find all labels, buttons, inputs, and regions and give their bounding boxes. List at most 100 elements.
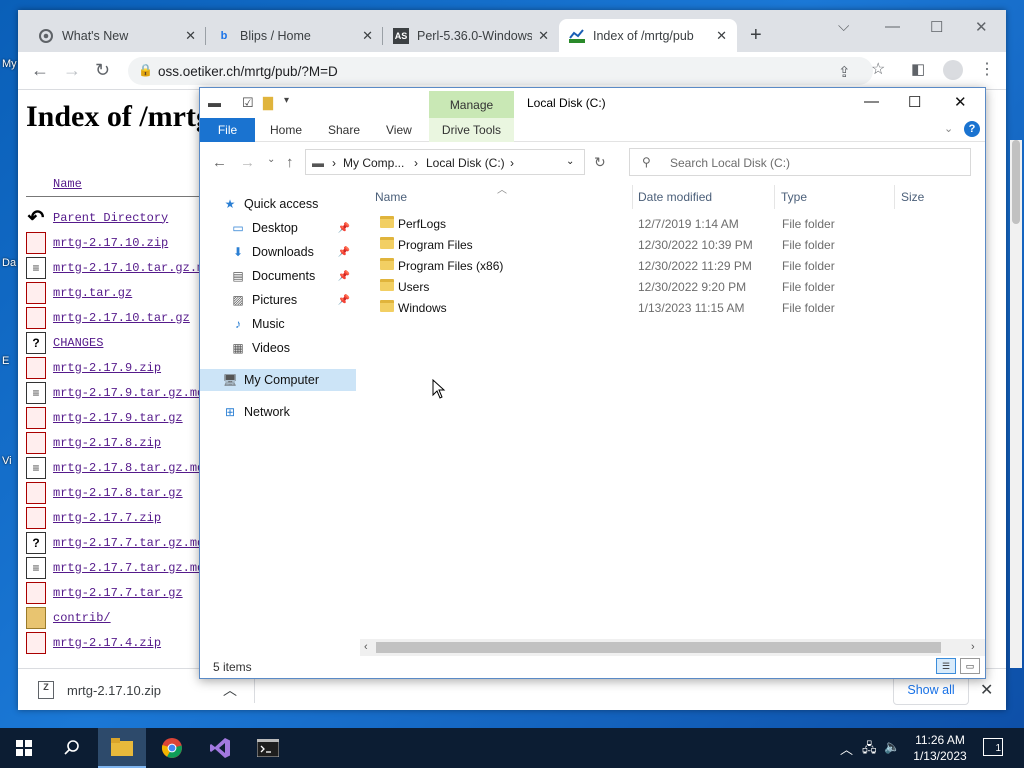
close-tab-icon[interactable]: ✕ (362, 28, 373, 44)
recent-locations-icon[interactable]: ⌄ (267, 154, 275, 165)
terminal-taskbar-button[interactable] (244, 728, 292, 768)
tab-share[interactable]: Share (328, 123, 360, 137)
file-link[interactable]: mrtg-2.17.7.tar.gz.md5 (53, 536, 211, 550)
file-link[interactable]: Parent Directory (53, 211, 168, 225)
desktop-icon-label[interactable]: Da (2, 257, 16, 269)
desktop-icon-label[interactable]: E (2, 355, 9, 367)
column-separator[interactable] (894, 185, 895, 209)
new-tab-button[interactable]: + (750, 24, 762, 47)
reload-icon[interactable]: ↻ (95, 61, 110, 79)
tab-view[interactable]: View (386, 123, 412, 137)
nav-item-documents[interactable]: ▤ Documents 📌 (200, 265, 356, 287)
tab-file[interactable]: File (200, 118, 255, 142)
tab-home[interactable]: Home (270, 123, 302, 137)
nav-item-network[interactable]: ⊞ Network (200, 401, 356, 423)
file-explorer-taskbar-button[interactable] (98, 728, 146, 768)
nav-item-quick-access[interactable]: ★ Quick access (200, 193, 356, 215)
large-icons-view-icon[interactable]: ▭ (960, 658, 980, 674)
breadcrumb-chevron-icon[interactable]: › (332, 156, 336, 170)
chrome-taskbar-button[interactable] (148, 728, 196, 768)
tab-whats-new[interactable]: What's New ✕ (28, 19, 206, 52)
properties-icon[interactable]: ☑ (242, 95, 254, 111)
show-hidden-icons-icon[interactable]: ︿ (840, 739, 853, 758)
folder-row[interactable]: Users 12/30/2022 9:20 PM File folder (370, 276, 970, 297)
close-tab-icon[interactable]: ✕ (538, 28, 549, 44)
file-link[interactable]: mrtg-2.17.4.zip (53, 636, 161, 650)
breadcrumb-chevron-icon[interactable]: › (510, 156, 514, 170)
scrollbar-thumb[interactable] (1012, 140, 1020, 224)
menu-kebab-icon[interactable]: ⋮ (979, 61, 995, 79)
close-window-icon[interactable]: ✕ (975, 18, 988, 36)
minimize-icon[interactable]: — (864, 93, 879, 110)
new-folder-icon[interactable]: ▇ (263, 95, 273, 111)
folder-row[interactable]: Program Files 12/30/2022 10:39 PM File fol… (370, 234, 970, 255)
refresh-icon[interactable]: ↻ (594, 154, 606, 171)
forward-icon[interactable]: → (240, 154, 255, 171)
file-link[interactable]: mrtg-2.17.8.tar.gz (53, 486, 183, 500)
file-name[interactable]: PerfLogs (398, 217, 446, 231)
address-bar[interactable]: 🔒 oss.oetiker.ch/mrtg/pub/?M=D ⇪ (128, 57, 873, 85)
file-link[interactable]: mrtg-2.17.7.tar.gz.md5 (53, 561, 211, 575)
column-separator[interactable] (632, 185, 633, 209)
visual-studio-taskbar-button[interactable] (196, 728, 244, 768)
folder-row[interactable]: Windows 1/13/2023 11:15 AM File folder (370, 297, 970, 318)
tab-drive-tools[interactable]: Drive Tools (429, 118, 514, 142)
system-clock[interactable]: 11:26 AM 1/13/2023 (905, 732, 975, 764)
lock-icon[interactable]: 🔒 (138, 63, 153, 77)
file-link[interactable]: mrtg-2.17.8.tar.gz.md5 (53, 461, 211, 475)
nav-item-downloads[interactable]: ⬇ Downloads 📌 (200, 241, 356, 263)
tab-perl[interactable]: AS Perl-5.36.0-Windows ✕ (383, 19, 559, 52)
nav-item-desktop[interactable]: ▭ Desktop 📌 (200, 217, 356, 239)
desktop-icon-label[interactable]: Vi (2, 455, 12, 467)
file-link[interactable]: mrtg-2.17.10.tar.gz (53, 311, 190, 325)
horizontal-scrollbar[interactable]: ‹ › (360, 639, 985, 656)
folder-row[interactable]: PerfLogs 12/7/2019 1:14 AM File folder (370, 213, 970, 234)
volume-icon[interactable]: 🔈 (884, 739, 900, 755)
url-text[interactable]: oss.oetiker.ch/mrtg/pub/?M=D (158, 64, 338, 79)
nav-item-videos[interactable]: ▦ Videos (200, 337, 356, 359)
nav-item-music[interactable]: ♪ Music (200, 313, 356, 335)
tab-manage[interactable]: Manage (429, 91, 514, 118)
file-name[interactable]: Users (398, 280, 429, 294)
file-name[interactable]: Windows (398, 301, 447, 315)
show-all-button[interactable]: Show all (893, 675, 969, 705)
maximize-icon[interactable]: ☐ (908, 93, 921, 111)
breadcrumb-my-computer[interactable]: My Comp... (343, 156, 404, 170)
file-link[interactable]: mrtg-2.17.9.tar.gz.md5 (53, 386, 211, 400)
file-link[interactable]: contrib/ (53, 611, 111, 625)
column-separator[interactable] (774, 185, 775, 209)
file-link[interactable]: mrtg.tar.gz (53, 286, 132, 300)
download-file-name[interactable]: mrtg-2.17.10.zip (67, 683, 161, 698)
column-header-type[interactable]: Type (781, 190, 807, 204)
details-view-icon[interactable]: ☰ (936, 658, 956, 674)
column-header-name[interactable]: Name (375, 190, 407, 204)
file-name[interactable]: Program Files (x86) (398, 259, 503, 273)
breadcrumb-local-disk[interactable]: Local Disk (C:) (426, 156, 505, 170)
file-name[interactable]: Program Files (398, 238, 473, 252)
start-button[interactable] (0, 728, 48, 768)
scroll-right-icon[interactable]: › (971, 641, 975, 653)
up-icon[interactable]: ↑ (286, 154, 294, 171)
search-button[interactable] (48, 728, 96, 768)
forward-icon[interactable]: → (63, 61, 81, 79)
help-icon[interactable]: ? (964, 121, 980, 137)
close-tab-icon[interactable]: ✕ (716, 28, 727, 44)
bookmark-star-icon[interactable]: ☆ (871, 61, 885, 79)
page-scrollbar[interactable] (1010, 140, 1022, 668)
file-link[interactable]: mrtg-2.17.7.tar.gz (53, 586, 183, 600)
tab-blips[interactable]: b Blips / Home ✕ (206, 19, 383, 52)
close-download-bar-icon[interactable]: ✕ (980, 680, 993, 700)
desktop-icon-label[interactable]: My (2, 58, 17, 70)
file-link[interactable]: mrtg-2.17.8.zip (53, 436, 161, 450)
nav-item-my-computer[interactable]: 🖥 My Computer (200, 369, 356, 391)
file-link[interactable]: CHANGES (53, 336, 103, 350)
profile-avatar-icon[interactable] (943, 60, 963, 80)
scrollbar-thumb[interactable] (376, 642, 941, 653)
chevron-down-icon[interactable]: ⌄ (566, 156, 574, 167)
file-link[interactable]: mrtg-2.17.7.zip (53, 511, 161, 525)
chevron-down-icon[interactable]: ⌄ (944, 122, 953, 135)
back-icon[interactable]: ← (31, 61, 49, 79)
close-window-icon[interactable]: ✕ (954, 93, 967, 111)
notification-center-icon[interactable]: 1 (983, 738, 1003, 756)
folder-row[interactable]: Program Files (x86) 12/30/2022 11:29 PM Fi… (370, 255, 970, 276)
